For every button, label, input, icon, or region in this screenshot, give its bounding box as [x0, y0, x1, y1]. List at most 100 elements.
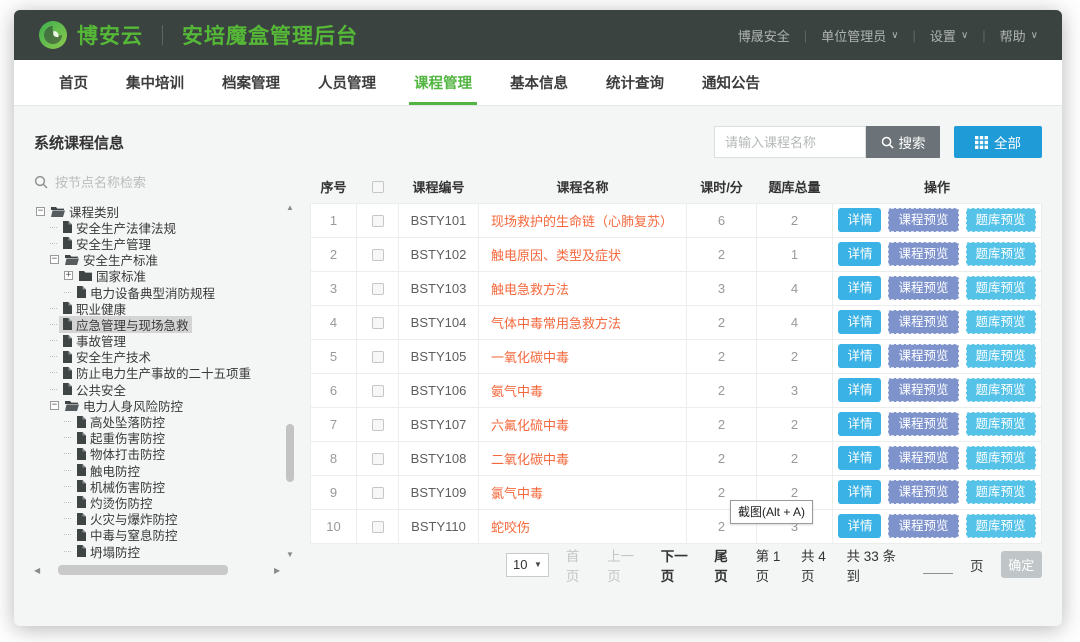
- scroll-down-icon[interactable]: ▼: [284, 550, 296, 559]
- row-checkbox[interactable]: [372, 351, 384, 363]
- tree-item[interactable]: 机械伤害防控: [34, 478, 282, 494]
- course-preview-button[interactable]: 课程预览: [888, 276, 958, 300]
- detail-button[interactable]: 详情: [838, 412, 881, 436]
- pagination-first[interactable]: 首页: [566, 545, 590, 585]
- tree-item[interactable]: 事故管理: [34, 333, 282, 349]
- show-all-button[interactable]: 全部: [954, 126, 1042, 158]
- bank-preview-button[interactable]: 题库预览: [966, 412, 1036, 436]
- bank-preview-button[interactable]: 题库预览: [966, 208, 1036, 232]
- scroll-up-icon[interactable]: ▲: [284, 203, 296, 212]
- tree-item[interactable]: 物体打击防控: [34, 446, 282, 462]
- row-checkbox[interactable]: [372, 487, 384, 499]
- tree-expander[interactable]: −: [50, 401, 59, 410]
- tree-item[interactable]: 灼烫伤防控: [34, 494, 282, 510]
- row-checkbox[interactable]: [372, 283, 384, 295]
- table-row: 4BSTY104气体中毒常用急救方法24详情课程预览题库预览: [311, 305, 1042, 339]
- row-checkbox[interactable]: [372, 453, 384, 465]
- detail-button[interactable]: 详情: [838, 242, 881, 266]
- course-preview-button[interactable]: 课程预览: [888, 446, 958, 470]
- course-preview-button[interactable]: 课程预览: [888, 514, 958, 538]
- tree-item[interactable]: 公共安全: [34, 381, 282, 397]
- menu-help[interactable]: 帮助 ∨: [1000, 26, 1038, 45]
- course-preview-button[interactable]: 课程预览: [888, 242, 958, 266]
- detail-button[interactable]: 详情: [838, 310, 881, 334]
- tree-item[interactable]: −课程类别: [34, 203, 282, 219]
- cell-course-code: BSTY106: [399, 373, 479, 407]
- tree-item[interactable]: 安全生产技术: [34, 349, 282, 365]
- tab-基本信息[interactable]: 基本信息: [491, 60, 587, 105]
- tree-item[interactable]: 中毒与窒息防控: [34, 527, 282, 543]
- scroll-left-icon[interactable]: ◀: [34, 566, 44, 575]
- tab-集中培训[interactable]: 集中培训: [107, 60, 203, 105]
- tab-人员管理[interactable]: 人员管理: [299, 60, 395, 105]
- tree-item[interactable]: 高处坠落防控: [34, 413, 282, 429]
- bank-preview-button[interactable]: 题库预览: [966, 514, 1036, 538]
- detail-button[interactable]: 详情: [838, 344, 881, 368]
- row-checkbox[interactable]: [372, 215, 384, 227]
- tree-item[interactable]: −电力人身风险防控: [34, 397, 282, 413]
- detail-button[interactable]: 详情: [838, 208, 881, 232]
- detail-button[interactable]: 详情: [838, 514, 881, 538]
- course-preview-button[interactable]: 课程预览: [888, 378, 958, 402]
- bank-preview-button[interactable]: 题库预览: [966, 378, 1036, 402]
- detail-button[interactable]: 详情: [838, 480, 881, 504]
- tree-item[interactable]: 起重伤害防控: [34, 430, 282, 446]
- tree-item[interactable]: 火灾与爆炸防控: [34, 511, 282, 527]
- scroll-right-icon[interactable]: ▶: [274, 566, 284, 575]
- tab-课程管理[interactable]: 课程管理: [395, 60, 491, 105]
- course-preview-button[interactable]: 课程预览: [888, 310, 958, 334]
- tree-item[interactable]: 触电防控: [34, 462, 282, 478]
- bank-preview-button[interactable]: 题库预览: [966, 242, 1036, 266]
- row-checkbox[interactable]: [372, 249, 384, 261]
- tree-item[interactable]: 防止电力生产事故的二十五项重: [34, 365, 282, 381]
- pagination-next[interactable]: 下一页: [661, 545, 698, 585]
- bank-preview-button[interactable]: 题库预览: [966, 446, 1036, 470]
- detail-button[interactable]: 详情: [838, 378, 881, 402]
- menu-settings[interactable]: 设置 ∨: [930, 26, 968, 45]
- horizontal-scroll-thumb[interactable]: [58, 565, 228, 575]
- bank-preview-button[interactable]: 题库预览: [966, 344, 1036, 368]
- pagination-prev[interactable]: 上一页: [607, 545, 644, 585]
- tree-item[interactable]: 应急管理与现场急救: [34, 316, 282, 332]
- goto-confirm-button[interactable]: 确定: [1001, 551, 1042, 578]
- course-preview-button[interactable]: 课程预览: [888, 480, 958, 504]
- bank-preview-button[interactable]: 题库预览: [966, 276, 1036, 300]
- course-preview-button[interactable]: 课程预览: [888, 208, 958, 232]
- bank-preview-button[interactable]: 题库预览: [966, 480, 1036, 504]
- bank-preview-button[interactable]: 题库预览: [966, 310, 1036, 334]
- goto-page-input[interactable]: [923, 556, 953, 574]
- tab-首页[interactable]: 首页: [40, 60, 107, 105]
- select-all-checkbox[interactable]: [372, 181, 384, 193]
- page-size-select[interactable]: 10 ▼: [506, 553, 549, 577]
- detail-button[interactable]: 详情: [838, 276, 881, 300]
- tree-expander[interactable]: −: [36, 207, 45, 216]
- detail-button[interactable]: 详情: [838, 446, 881, 470]
- tree-expander[interactable]: +: [64, 271, 73, 280]
- menu-role[interactable]: 单位管理员 ∨: [821, 26, 898, 45]
- course-search-input[interactable]: [714, 126, 866, 158]
- pagination-last[interactable]: 尾页: [714, 545, 738, 585]
- row-checkbox[interactable]: [372, 521, 384, 533]
- course-preview-button[interactable]: 课程预览: [888, 344, 958, 368]
- tree-item[interactable]: 坍塌防控: [34, 543, 282, 559]
- tree-item[interactable]: 安全生产法律法规: [34, 219, 282, 235]
- tab-统计查询[interactable]: 统计查询: [587, 60, 683, 105]
- row-checkbox[interactable]: [372, 385, 384, 397]
- row-checkbox[interactable]: [372, 419, 384, 431]
- tab-通知公告[interactable]: 通知公告: [683, 60, 779, 105]
- tab-档案管理[interactable]: 档案管理: [203, 60, 299, 105]
- top-header: 博安云 安培魔盒管理后台 博晟安全 | 单位管理员 ∨ | 设置 ∨ | 帮助 …: [14, 10, 1062, 60]
- vertical-scroll-thumb[interactable]: [286, 424, 294, 482]
- tree-item[interactable]: +国家标准: [34, 268, 282, 284]
- tree-item[interactable]: 安全生产管理: [34, 235, 282, 251]
- tree-item[interactable]: −安全生产标准: [34, 252, 282, 268]
- tree-item-label: 安全生产管理: [76, 235, 151, 251]
- tree-item[interactable]: 职业健康: [34, 300, 282, 316]
- tree-connector: [50, 372, 57, 373]
- row-checkbox[interactable]: [372, 317, 384, 329]
- search-button[interactable]: 搜索: [866, 126, 940, 158]
- course-preview-button[interactable]: 课程预览: [888, 412, 958, 436]
- tree-search-input[interactable]: [55, 175, 255, 190]
- tree-item[interactable]: 电力设备典型消防规程: [34, 284, 282, 300]
- tree-expander[interactable]: −: [50, 255, 59, 264]
